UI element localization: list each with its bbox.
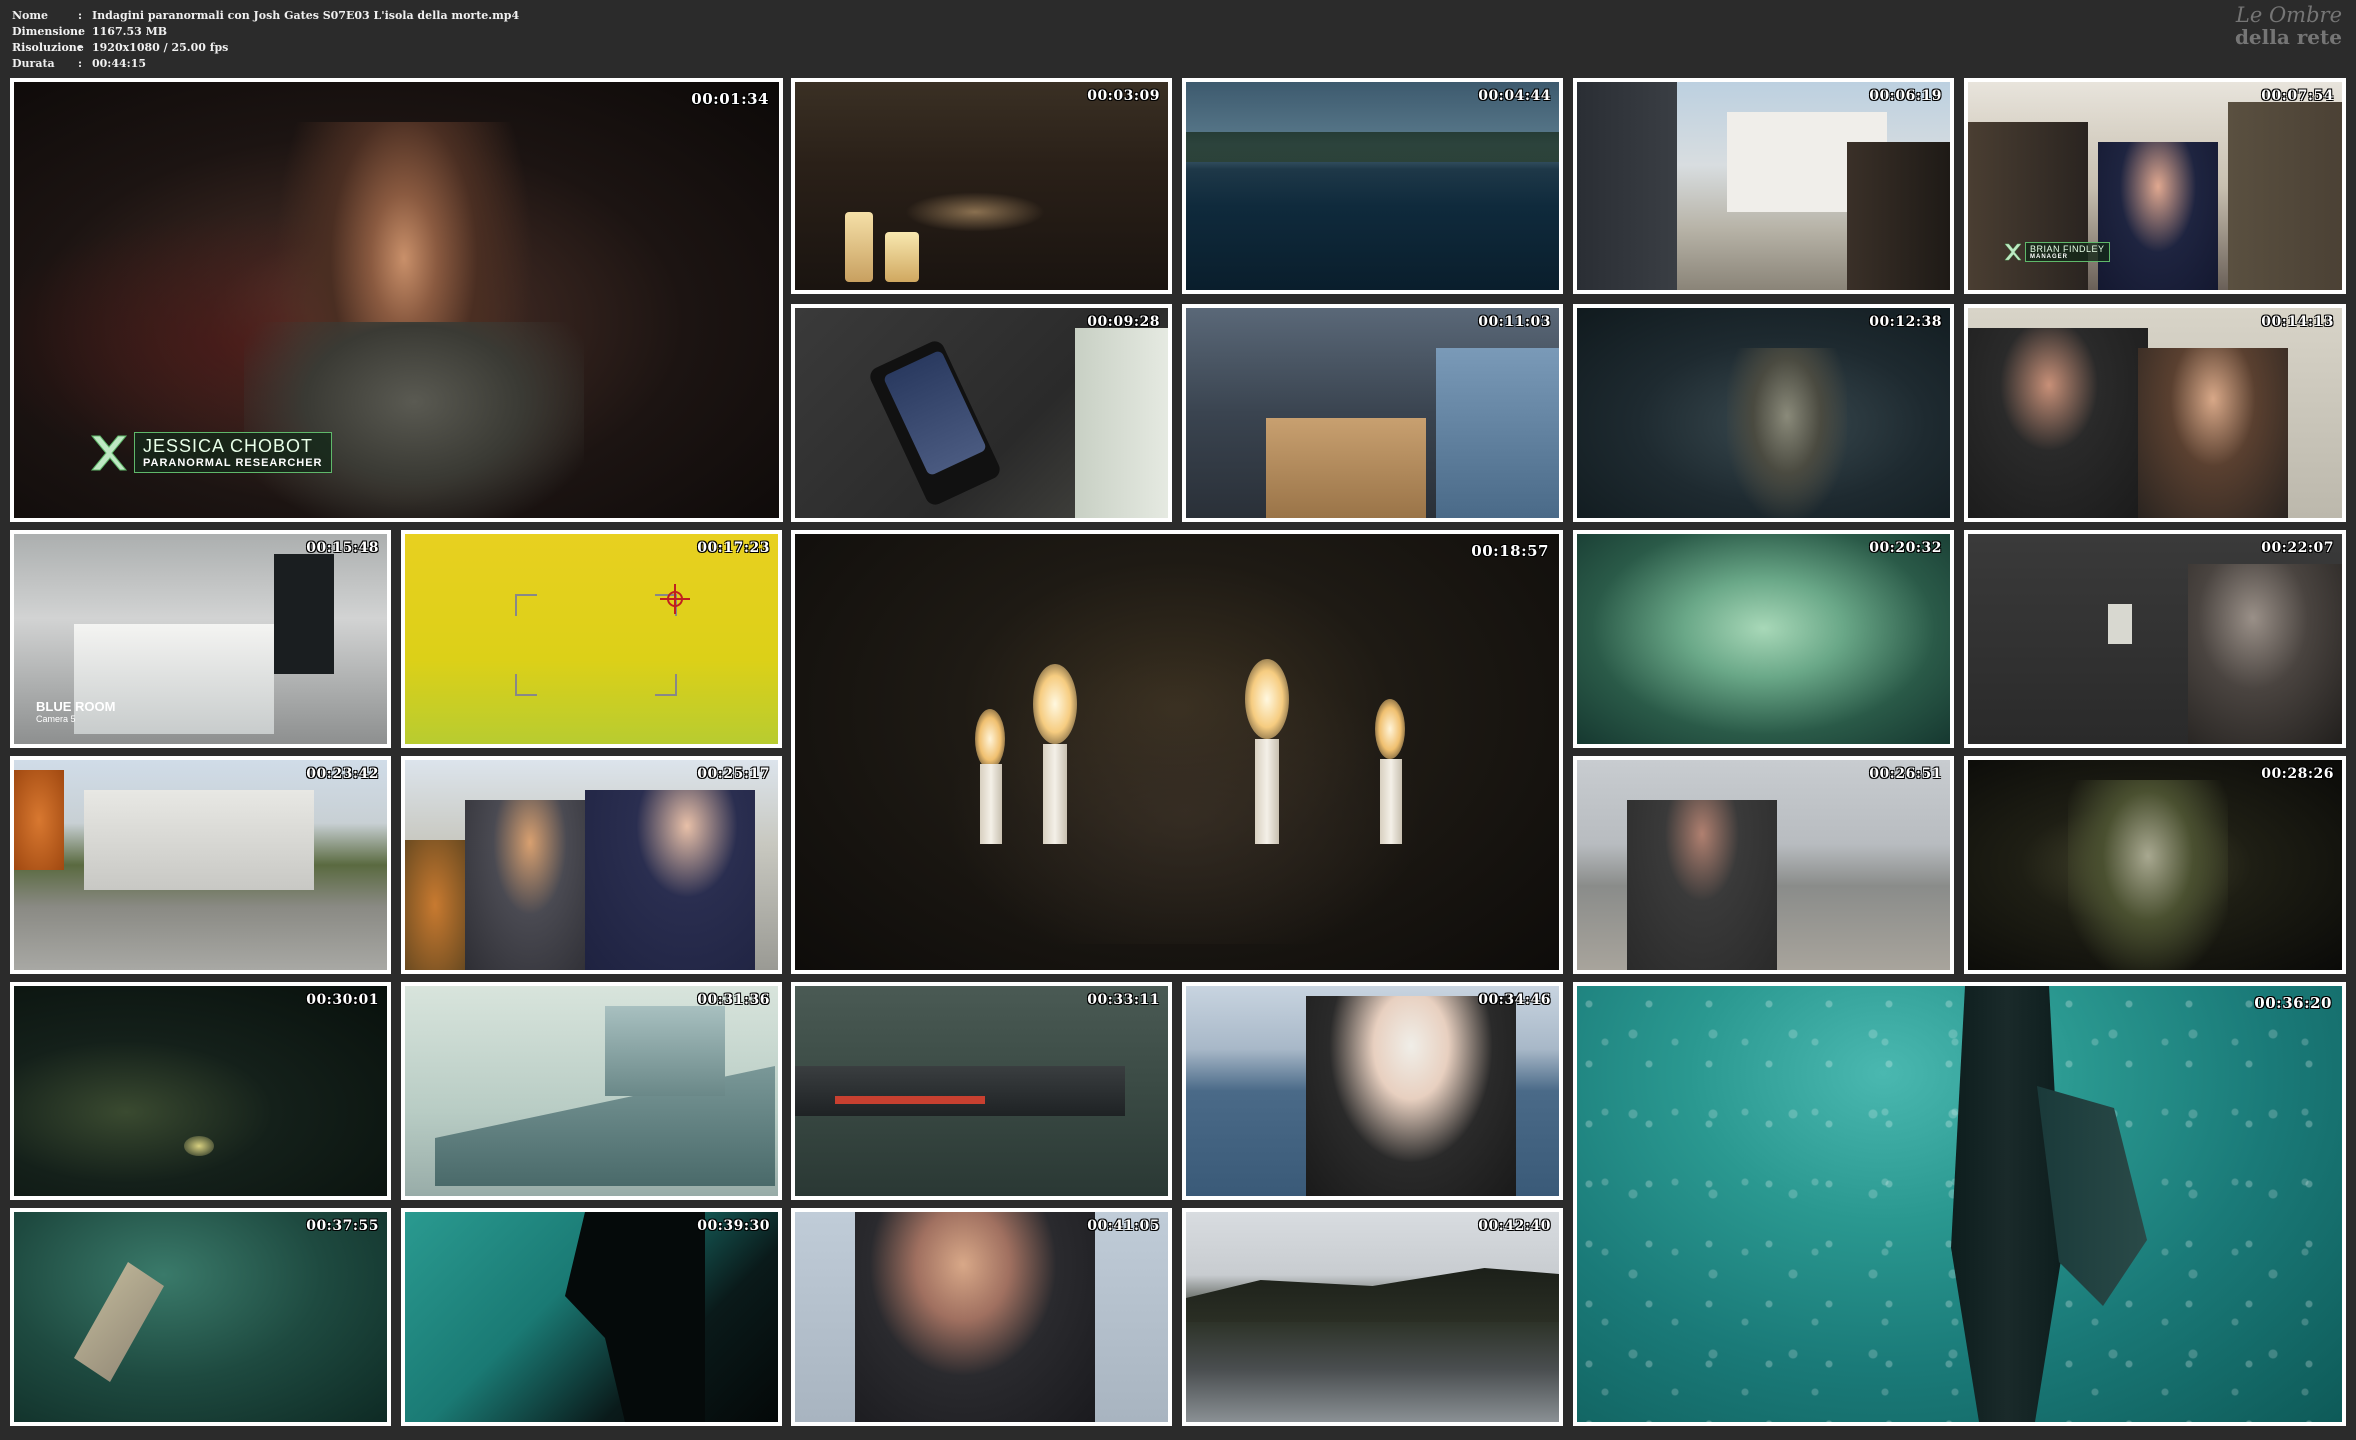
thumbnail[interactable]: 00:25:17: [401, 756, 782, 974]
thumbnail[interactable]: 00:17:23: [401, 530, 782, 748]
timestamp: 00:15:48: [306, 540, 379, 556]
thumbnail[interactable]: 00:04:44: [1182, 78, 1563, 294]
timestamp: 00:28:26: [2261, 766, 2334, 782]
timestamp: 00:42:40: [1478, 1218, 1551, 1234]
timestamp: 00:30:01: [306, 992, 379, 1008]
thumbnail[interactable]: 00:34:46: [1182, 982, 1563, 1200]
timestamp: 00:37:55: [306, 1218, 379, 1234]
thumbnail[interactable]: 00:31:36: [401, 982, 782, 1200]
timestamp: 00:06:19: [1869, 88, 1942, 104]
lower-third-caption: JESSICA CHOBOT PARANORMAL RESEARCHER: [90, 432, 332, 473]
thumbnail[interactable]: BRIAN FINDLEY MANAGER 00:07:54: [1964, 78, 2346, 294]
timestamp: 00:26:51: [1869, 766, 1942, 782]
timestamp: 00:41:05: [1087, 1218, 1160, 1234]
info-row-size: Dimensione: 1167.53 MB: [12, 25, 168, 38]
x-logo-icon: [90, 434, 128, 472]
timestamp: 00:34:46: [1478, 992, 1551, 1008]
timestamp: 00:18:57: [1471, 542, 1549, 560]
timestamp: 00:01:34: [691, 90, 769, 108]
info-row-name: Nome: Indagini paranormali con Josh Gates…: [12, 9, 520, 22]
thumbnail[interactable]: 00:41:05: [791, 1208, 1172, 1426]
timestamp: 00:36:20: [2254, 994, 2332, 1012]
info-row-resolution: Risoluzione: 1920x1080 / 25.00 fps: [12, 41, 229, 54]
thumbnail[interactable]: 00:18:57: [791, 530, 1563, 974]
timestamp: 00:20:32: [1869, 540, 1942, 556]
thumbnail[interactable]: 00:33:11: [791, 982, 1172, 1200]
thumbnail[interactable]: 00:23:42: [10, 756, 391, 974]
thumbnail[interactable]: 00:39:30: [401, 1208, 782, 1426]
thumbnail[interactable]: 00:26:51: [1573, 756, 1954, 974]
thumbnail[interactable]: 00:30:01: [10, 982, 391, 1200]
timestamp: 00:31:36: [697, 992, 770, 1008]
camera-label: BLUE ROOM Camera 5: [36, 699, 116, 724]
thumbnail[interactable]: 00:22:07: [1964, 530, 2346, 748]
timestamp: 00:09:28: [1087, 314, 1160, 330]
timestamp: 00:33:11: [1087, 992, 1160, 1008]
timestamp: 00:39:30: [697, 1218, 770, 1234]
info-row-duration: Durata:00:44:15: [12, 57, 147, 70]
timestamp: 00:22:07: [2261, 540, 2334, 556]
thumbnail[interactable]: 00:03:09: [791, 78, 1172, 294]
thumbnail[interactable]: BLUE ROOM Camera 5 00:15:48: [10, 530, 391, 748]
lower-third-caption: BRIAN FINDLEY MANAGER: [2004, 242, 2110, 262]
thumbnail[interactable]: 00:11:03: [1182, 304, 1563, 522]
timestamp: 00:25:17: [697, 766, 770, 782]
timestamp: 00:23:42: [306, 766, 379, 782]
timestamp: 00:11:03: [1478, 314, 1551, 330]
timestamp: 00:03:09: [1087, 88, 1160, 104]
thumbnail[interactable]: 00:09:28: [791, 304, 1172, 522]
thumbnail[interactable]: 00:12:38: [1573, 304, 1954, 522]
crosshair-icon: [660, 584, 690, 614]
timestamp: 00:04:44: [1478, 88, 1551, 104]
thumbnail[interactable]: 00:20:32: [1573, 530, 1954, 748]
timestamp: 00:17:23: [697, 540, 770, 556]
thumbnail[interactable]: 00:42:40: [1182, 1208, 1563, 1426]
thumbnail[interactable]: 00:36:20: [1573, 982, 2346, 1426]
watermark-logo: Le Ombre della rete: [2234, 3, 2342, 49]
thumbnail[interactable]: 00:06:19: [1573, 78, 1954, 294]
thumbnail[interactable]: 00:37:55: [10, 1208, 391, 1426]
timestamp: 00:14:13: [2261, 314, 2334, 330]
timestamp: 00:07:54: [2261, 88, 2334, 104]
timestamp: 00:12:38: [1869, 314, 1942, 330]
info-header: Nome: Indagini paranormali con Josh Gates…: [0, 0, 2356, 76]
thumbnail[interactable]: 00:28:26: [1964, 756, 2346, 974]
x-logo-icon: [2004, 243, 2022, 261]
thumbnail[interactable]: 00:14:13: [1964, 304, 2346, 522]
thumbnail[interactable]: JESSICA CHOBOT PARANORMAL RESEARCHER 00:…: [10, 78, 783, 522]
